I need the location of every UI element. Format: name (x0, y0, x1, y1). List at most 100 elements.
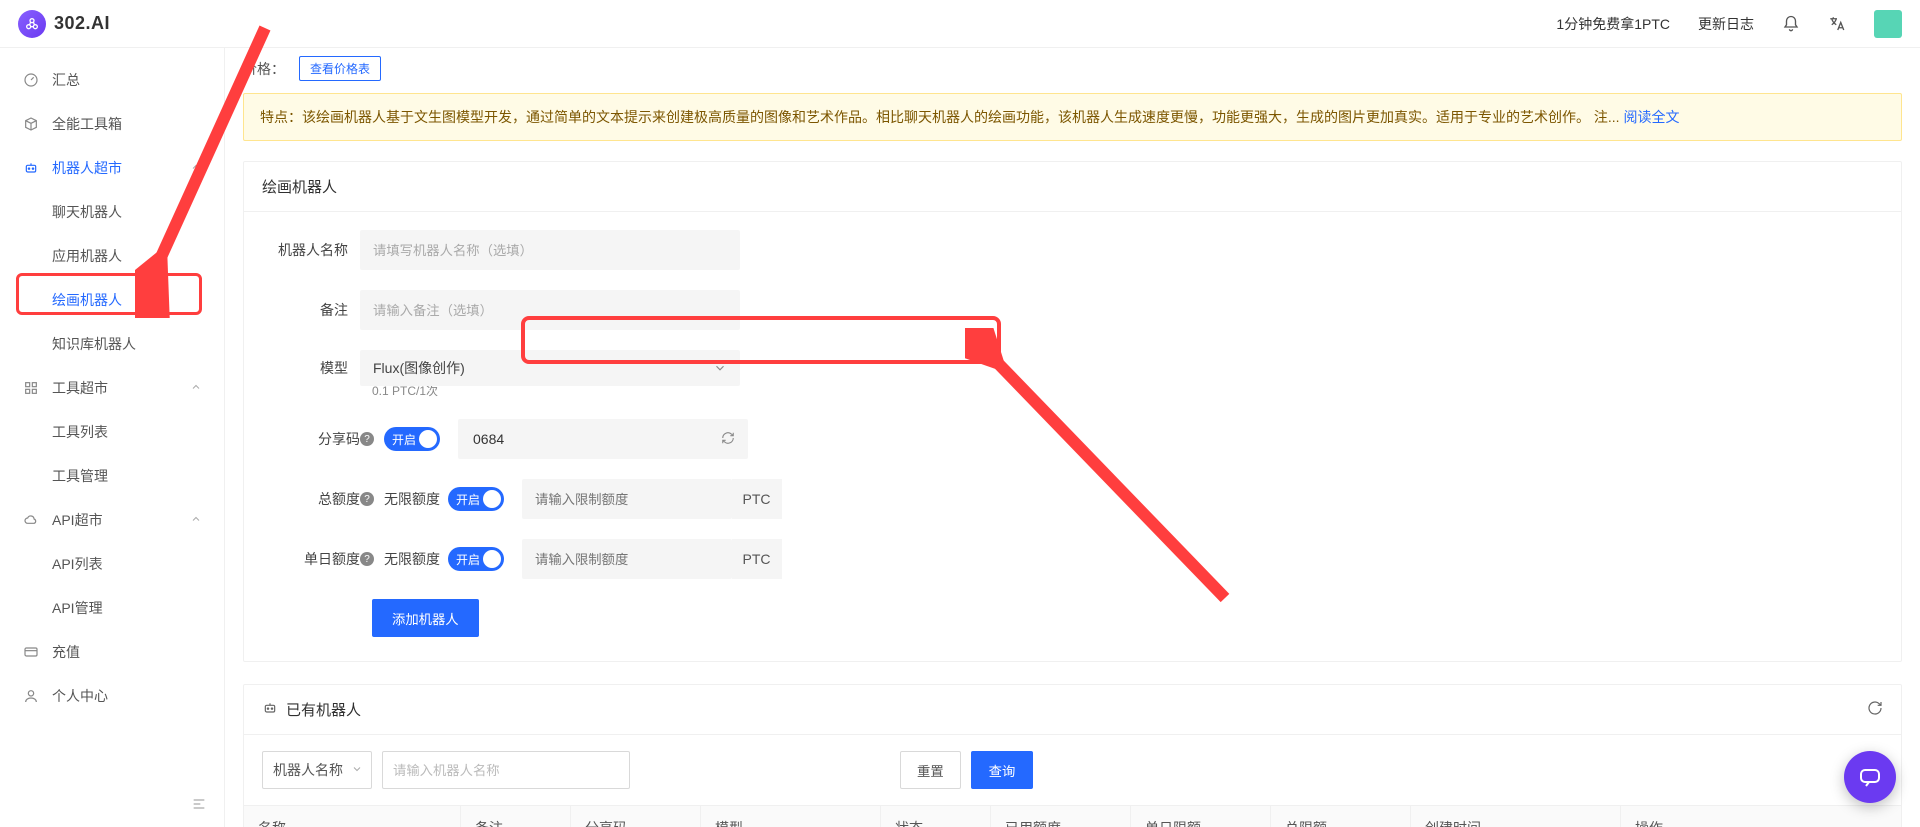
robot-name-input[interactable] (360, 230, 740, 270)
reload-icon[interactable] (1867, 700, 1883, 720)
sidebar-item-recharge[interactable]: 充值 (0, 630, 224, 674)
sidebar-sub-api-list[interactable]: API列表 (0, 542, 224, 586)
translate-icon[interactable] (1828, 15, 1846, 33)
unit-label: PTC (732, 479, 782, 519)
sidebar-sub-draw-robot[interactable]: 绘画机器人 (0, 278, 224, 322)
main-content: 价格： 查看价格表 特点：该绘画机器人基于文生图模型开发，通过简单的文本提示来创… (225, 48, 1920, 827)
sidebar-item-robot-market[interactable]: 机器人超市 (0, 146, 224, 190)
col-used: 已用额度 (991, 806, 1131, 827)
robot-icon (262, 700, 278, 720)
remark-label: 备注 (270, 300, 360, 320)
chevron-up-icon (190, 160, 202, 176)
col-share: 分享码 (571, 806, 701, 827)
add-robot-button[interactable]: 添加机器人 (372, 599, 479, 637)
help-icon[interactable]: ? (360, 492, 374, 506)
sidebar-item-label: 机器人超市 (52, 158, 122, 178)
col-name: 名称 (244, 806, 461, 827)
robot-icon (22, 159, 40, 177)
unlimited-label: 无限额度 (384, 549, 440, 569)
col-status: 状态 (881, 806, 991, 827)
sidebar-sub-app-robot[interactable]: 应用机器人 (0, 234, 224, 278)
cloud-icon (22, 511, 40, 529)
remark-input[interactable] (360, 290, 740, 330)
robots-table: 名称 备注 分享码 模型 状态 已用额度 单日限额 总限额 创建时间 操作 (244, 805, 1901, 827)
chevron-up-icon (190, 380, 202, 396)
brand-logo-icon (18, 10, 46, 38)
col-created: 创建时间 (1411, 806, 1621, 827)
model-label: 模型 (270, 358, 360, 378)
sidebar-item-api-market[interactable]: API超市 (0, 498, 224, 542)
sidebar-sub-tool-mgmt[interactable]: 工具管理 (0, 454, 224, 498)
header-promo-link[interactable]: 1分钟免费拿1PTC (1556, 14, 1670, 34)
chevron-up-icon (190, 512, 202, 528)
share-label: 分享码 (270, 429, 360, 449)
table-header-row: 名称 备注 分享码 模型 状态 已用额度 单日限额 总限额 创建时间 操作 (244, 806, 1901, 827)
card-icon (22, 643, 40, 661)
total-limit-input (522, 479, 732, 519)
reset-button[interactable]: 重置 (900, 751, 961, 789)
bell-icon[interactable] (1782, 15, 1800, 33)
sidebar: 汇总 全能工具箱 机器人超市 聊天机器人 应用机器人 绘画机器人 知识库机器人 … (0, 48, 225, 827)
brand-name: 302.AI (54, 13, 110, 34)
help-icon[interactable]: ? (360, 432, 374, 446)
sidebar-item-summary[interactable]: 汇总 (0, 58, 224, 102)
price-label: 价格： (243, 59, 285, 79)
alert-text: 特点：该绘画机器人基于文生图模型开发，通过简单的文本提示来创建极高质量的图像和艺… (260, 109, 1623, 125)
help-icon[interactable]: ? (360, 552, 374, 566)
daily-label: 单日额度 (270, 549, 360, 569)
sidebar-item-tool-market[interactable]: 工具超市 (0, 366, 224, 410)
sidebar-item-label: 汇总 (52, 70, 80, 90)
col-ops: 操作 (1621, 806, 1901, 827)
filter-field-select[interactable]: 机器人名称 (262, 751, 372, 789)
daily-unlimited-toggle[interactable]: 开启 (448, 547, 504, 571)
col-model: 模型 (701, 806, 881, 827)
unit-label: PTC (732, 539, 782, 579)
chevron-down-icon (351, 762, 363, 778)
share-code-value: 0684 (473, 431, 504, 447)
sidebar-item-label: 个人中心 (52, 686, 108, 706)
avatar[interactable] (1874, 10, 1902, 38)
daily-limit-input (522, 539, 732, 579)
sidebar-sub-tool-list[interactable]: 工具列表 (0, 410, 224, 454)
existing-robots-panel: 已有机器人 机器人名称 重置 查询 名称 备注 分享码 模型 (243, 684, 1902, 827)
filter-input[interactable] (382, 751, 630, 789)
total-label: 总额度 (270, 489, 360, 509)
sidebar-sub-chat-robot[interactable]: 聊天机器人 (0, 190, 224, 234)
col-daily: 单日限额 (1131, 806, 1271, 827)
chat-support-button[interactable] (1844, 751, 1896, 803)
read-more-link[interactable]: 阅读全文 (1623, 109, 1679, 125)
user-icon (22, 687, 40, 705)
brand-logo[interactable]: 302.AI (18, 10, 110, 38)
create-robot-panel: 绘画机器人 机器人名称 备注 模型 Flux(图像创作) 0.1 (243, 161, 1902, 662)
sidebar-item-label: 充值 (52, 642, 80, 662)
app-header: 302.AI 1分钟免费拿1PTC 更新日志 (0, 0, 1920, 48)
share-code-display: 0684 (458, 419, 748, 459)
total-unlimited-toggle[interactable]: 开启 (448, 487, 504, 511)
header-changelog-link[interactable]: 更新日志 (1698, 14, 1754, 34)
cube-icon (22, 115, 40, 133)
sidebar-item-label: API超市 (52, 510, 103, 530)
sidebar-sub-api-mgmt[interactable]: API管理 (0, 586, 224, 630)
model-select-value: Flux(图像创作) (373, 358, 465, 378)
unlimited-label: 无限额度 (384, 489, 440, 509)
sidebar-item-toolbox[interactable]: 全能工具箱 (0, 102, 224, 146)
share-toggle[interactable]: 开启 (384, 427, 440, 451)
chevron-down-icon (713, 361, 727, 375)
feature-alert: 特点：该绘画机器人基于文生图模型开发，通过简单的文本提示来创建极高质量的图像和艺… (243, 93, 1902, 141)
gauge-icon (22, 71, 40, 89)
view-price-button[interactable]: 查看价格表 (299, 56, 381, 81)
sidebar-item-label: 工具超市 (52, 378, 108, 398)
sidebar-collapse-button[interactable] (188, 793, 210, 815)
col-total: 总限额 (1271, 806, 1411, 827)
refresh-icon[interactable] (721, 431, 735, 448)
sidebar-sub-kb-robot[interactable]: 知识库机器人 (0, 322, 224, 366)
model-select[interactable]: Flux(图像创作) (360, 350, 740, 386)
col-remark: 备注 (461, 806, 571, 827)
panel-title: 已有机器人 (286, 699, 361, 720)
grid-icon (22, 379, 40, 397)
panel-title: 绘画机器人 (244, 162, 1901, 212)
sidebar-item-profile[interactable]: 个人中心 (0, 674, 224, 718)
sidebar-item-label: 全能工具箱 (52, 114, 122, 134)
name-label: 机器人名称 (270, 240, 360, 260)
query-button[interactable]: 查询 (971, 751, 1034, 789)
